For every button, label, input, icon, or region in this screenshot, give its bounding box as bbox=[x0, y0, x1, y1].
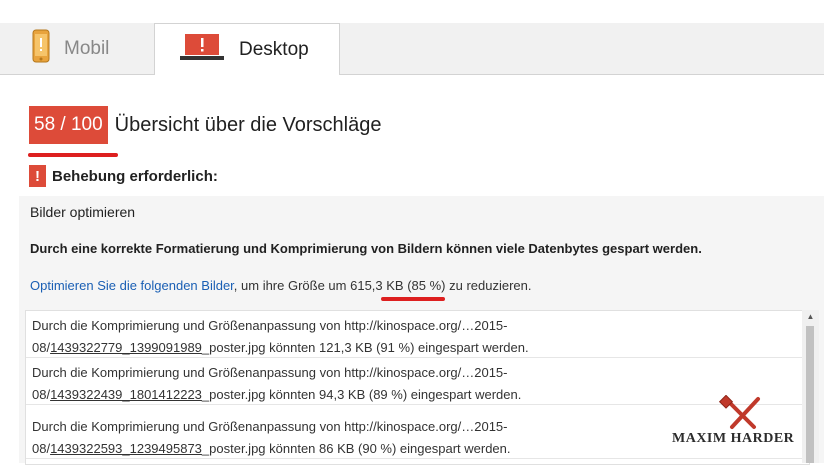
watermark-logo-icon bbox=[718, 395, 760, 429]
score-badge: 58 / 100 bbox=[29, 106, 108, 144]
optimize-summary: Optimieren Sie die folgenden Bilder, um … bbox=[30, 278, 532, 293]
scroll-up-arrow-icon[interactable]: ▲ bbox=[802, 310, 819, 324]
item-file: 1439322593_1239495873 bbox=[50, 441, 202, 456]
laptop-icon bbox=[179, 32, 225, 68]
phone-icon bbox=[32, 29, 50, 69]
warning-icon: ! bbox=[29, 165, 46, 187]
item-suffix: _poster.jpg könnten 121,3 KB (91 %) eing… bbox=[201, 340, 529, 355]
item-prefix: Durch die Komprimierung und Größenanpass… bbox=[32, 365, 508, 380]
optimize-size: 615,3 KB bbox=[350, 278, 404, 293]
item-path: 08/ bbox=[32, 441, 51, 456]
top-strip bbox=[0, 0, 824, 23]
tab-desktop[interactable]: Desktop bbox=[154, 23, 340, 75]
tab-mobile-label: Mobil bbox=[64, 37, 110, 59]
score-underline-annotation bbox=[28, 153, 118, 157]
fix-required-header: ! Behebung erforderlich: bbox=[29, 165, 218, 187]
item-suffix: _poster.jpg könnten 94,3 KB (89 %) einge… bbox=[201, 387, 522, 402]
list-item: Durch die Komprimierung und Größenanpass… bbox=[26, 311, 809, 358]
fix-required-label: Behebung erforderlich: bbox=[52, 167, 218, 185]
rule-description: Durch eine korrekte Formatierung und Kom… bbox=[30, 241, 702, 256]
item-path: 08/ bbox=[32, 387, 51, 402]
optimize-mid-text: , um ihre Größe um bbox=[233, 278, 351, 293]
rule-title[interactable]: Bilder optimieren bbox=[30, 204, 135, 220]
optimize-rest-text: (85 %) zu reduzieren. bbox=[403, 278, 532, 293]
watermark-text: MAXIM HARDER bbox=[672, 431, 795, 446]
optimize-images-link[interactable]: Optimieren Sie die folgenden Bilder bbox=[30, 278, 234, 293]
item-path: 08/ bbox=[32, 340, 51, 355]
item-suffix: _poster.jpg könnten 86 KB (90 %) eingesp… bbox=[201, 441, 511, 456]
item-prefix: Durch die Komprimierung und Größenanpass… bbox=[32, 419, 508, 434]
item-file: 1439322439_1801412223 bbox=[50, 387, 202, 402]
tab-mobile[interactable]: Mobil bbox=[0, 23, 153, 74]
score-header: 58 / 100 Übersicht über die Vorschläge bbox=[29, 106, 382, 144]
device-tab-bar: Mobil Desktop bbox=[0, 23, 824, 75]
page-title: Übersicht über die Vorschläge bbox=[114, 113, 382, 136]
item-prefix: Durch die Komprimierung und Größenanpass… bbox=[32, 318, 508, 333]
tab-desktop-label: Desktop bbox=[239, 38, 309, 60]
item-file: 1439322779_1399091989 bbox=[50, 340, 202, 355]
size-underline-annotation bbox=[381, 297, 445, 301]
watermark: MAXIM HARDER bbox=[672, 395, 812, 455]
